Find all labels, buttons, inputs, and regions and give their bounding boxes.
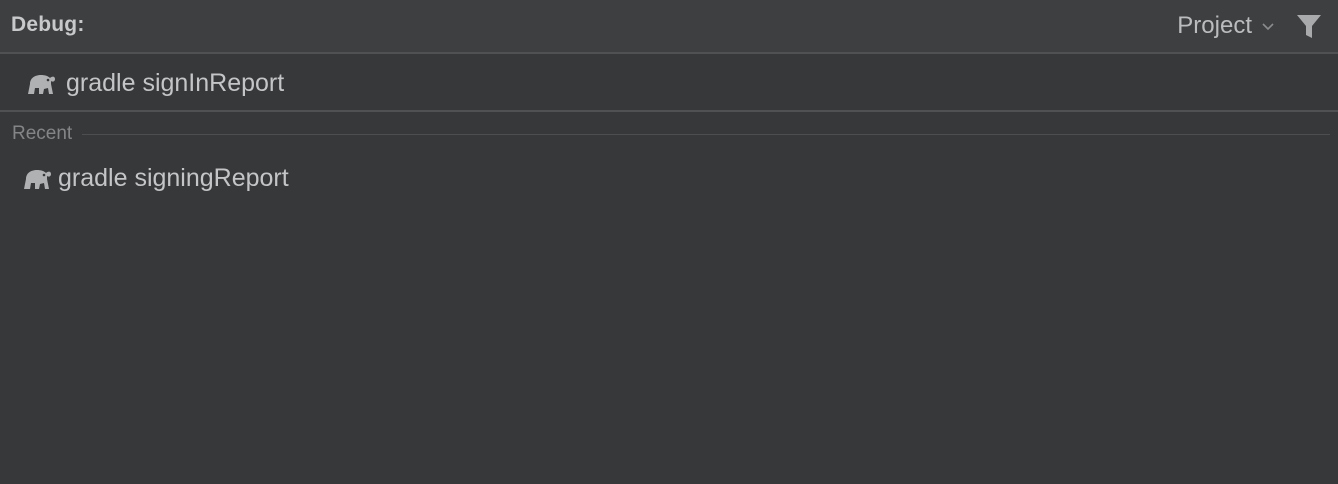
- scope-selector[interactable]: Project: [1177, 12, 1276, 40]
- gradle-elephant-icon: [24, 170, 51, 189]
- recent-section-header: Recent: [12, 122, 1330, 146]
- command-input-text: gradle signInReport: [66, 68, 285, 97]
- section-divider: [82, 133, 1330, 135]
- chevron-down-icon: [1262, 23, 1274, 31]
- command-input-row[interactable]: gradle signInReport: [0, 56, 1338, 112]
- list-item-label: gradle signingReport: [58, 163, 289, 192]
- popup-title: Debug:: [11, 13, 85, 36]
- scope-label: Project: [1177, 12, 1252, 39]
- list-item[interactable]: gradle signingReport: [0, 160, 1338, 196]
- gradle-elephant-icon: [28, 75, 55, 94]
- run-anything-popup: Debug: Project gradle signInReport Recen…: [0, 0, 1338, 484]
- recent-section-label: Recent: [12, 123, 73, 144]
- popup-header: Debug: Project: [0, 0, 1338, 54]
- filter-icon[interactable]: [1296, 14, 1322, 40]
